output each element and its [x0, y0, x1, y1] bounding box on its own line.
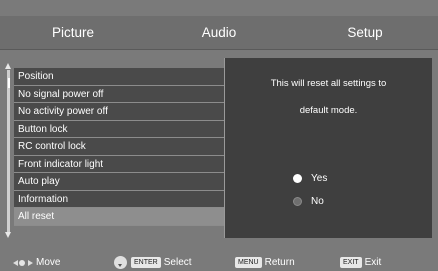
button-hints-bar: Move ENTER Select MENU Return EXIT Exit	[0, 254, 438, 271]
option-yes-label: Yes	[311, 172, 328, 184]
hint-select: ENTER Select	[114, 254, 192, 271]
menu-tabs: Picture Audio Setup	[0, 16, 438, 50]
hint-return-label: Return	[264, 257, 295, 268]
radio-selected-icon[interactable]	[293, 173, 302, 183]
dialog-message-line-1: This will reset all settings to	[270, 78, 387, 89]
menu-item-button-lock[interactable]: Button lock	[14, 120, 224, 138]
tab-setup[interactable]: Setup	[292, 16, 438, 50]
menu-key-icon: MENU	[235, 257, 262, 268]
hint-exit: EXIT Exit	[340, 254, 381, 271]
menu-item-all-reset[interactable]: All reset	[14, 208, 224, 226]
tab-picture[interactable]: Picture	[0, 16, 146, 50]
scroll-down-arrow-icon[interactable]	[5, 232, 11, 238]
hint-move: Move	[13, 254, 60, 271]
option-yes[interactable]: Yes	[293, 171, 327, 185]
option-no[interactable]: No	[293, 194, 324, 208]
reset-confirm-dialog: This will reset all settings to default …	[224, 58, 432, 238]
hint-exit-label: Exit	[364, 257, 382, 268]
setup-menu-list: Position No signal power off No activity…	[14, 68, 224, 226]
menu-item-no-signal-power-off[interactable]: No signal power off	[14, 85, 224, 103]
option-no-label: No	[311, 195, 324, 207]
scroll-up-arrow-icon[interactable]	[5, 63, 11, 69]
menu-item-rc-control-lock[interactable]: RC control lock	[14, 138, 224, 156]
radio-unselected-icon[interactable]	[293, 196, 302, 206]
hint-select-label: Select	[163, 257, 192, 268]
scrollbar-thumb[interactable]	[8, 78, 10, 88]
tab-audio[interactable]: Audio	[146, 16, 292, 50]
osd-screen: Picture Audio Setup Position No signal p…	[0, 0, 438, 271]
hint-return: MENU Return	[235, 254, 295, 271]
down-button-icon	[114, 256, 127, 269]
exit-key-icon: EXIT	[340, 257, 362, 268]
menu-item-information[interactable]: Information	[14, 190, 224, 208]
hint-move-label: Move	[36, 257, 61, 268]
menu-item-no-activity-power-off[interactable]: No activity power off	[14, 103, 224, 121]
enter-key-icon: ENTER	[131, 257, 161, 268]
left-right-arrows-icon	[13, 259, 33, 266]
scrollbar[interactable]	[7, 70, 10, 232]
dialog-message-line-2: default mode.	[299, 105, 358, 116]
menu-item-position[interactable]: Position	[14, 68, 224, 86]
menu-item-auto-play[interactable]: Auto play	[14, 173, 224, 191]
menu-item-front-indicator-light[interactable]: Front indicator light	[14, 155, 224, 173]
